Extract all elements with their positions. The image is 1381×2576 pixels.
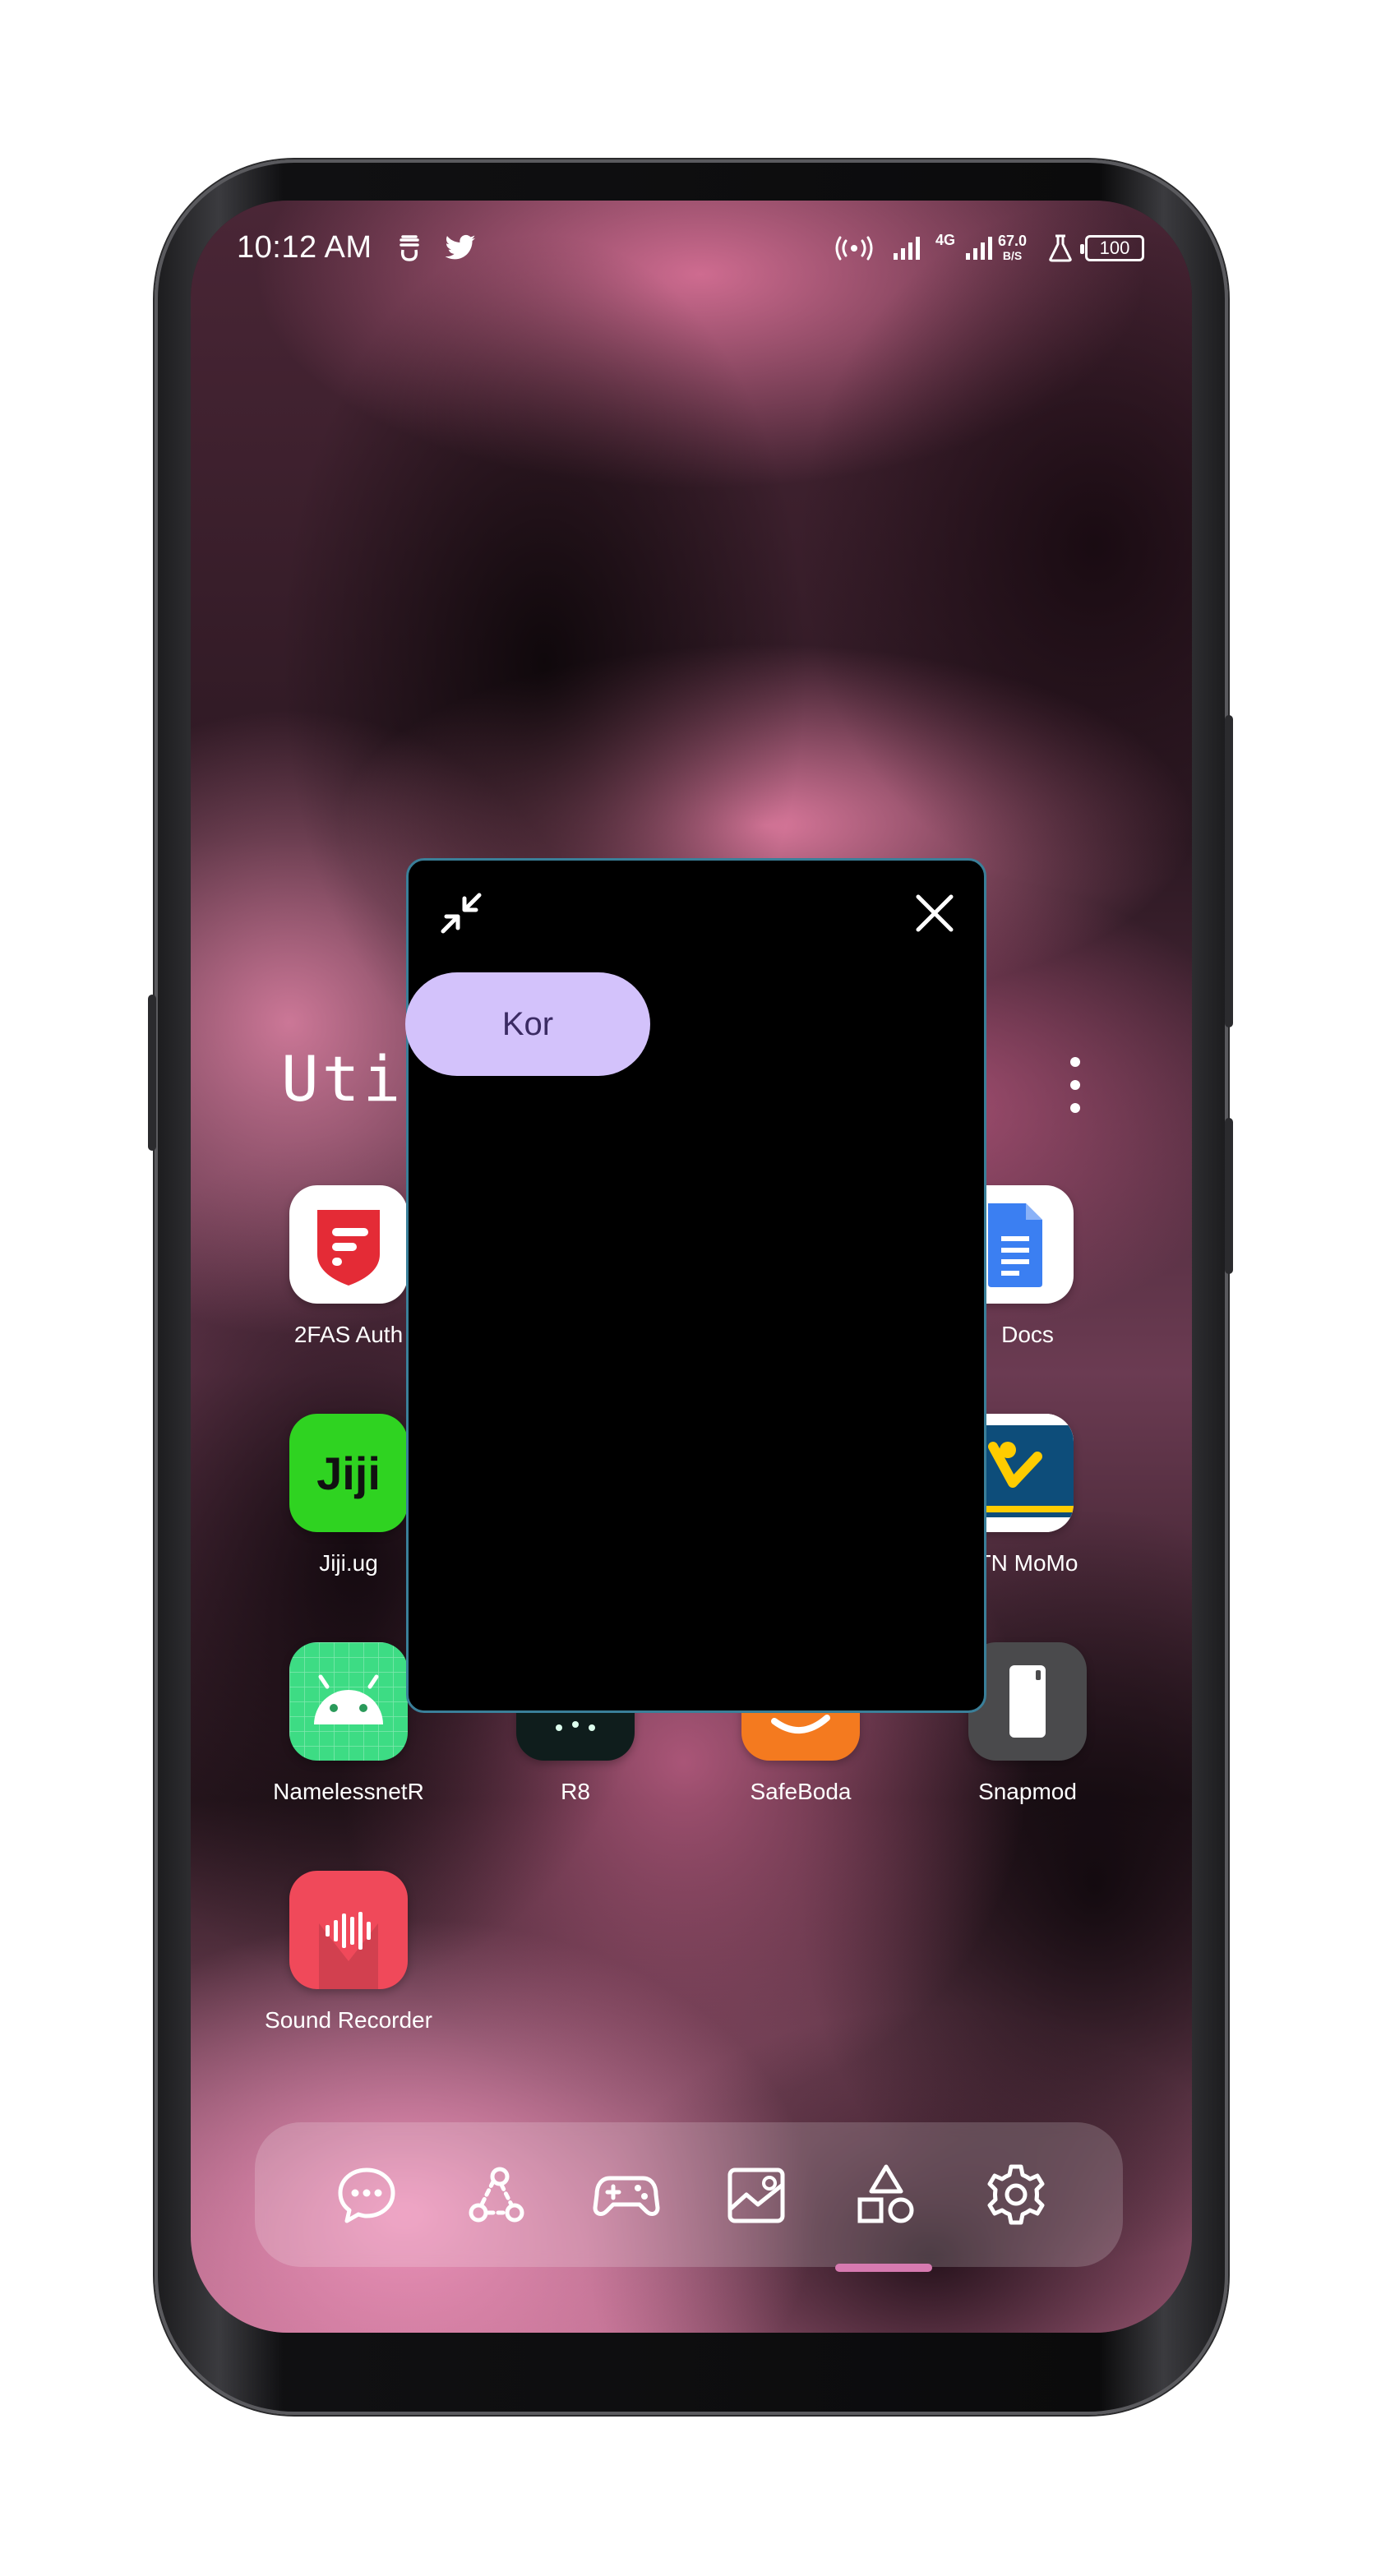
folder-title[interactable]: Uti (281, 1042, 404, 1115)
svg-text:Jiji: Jiji (316, 1447, 381, 1499)
dock (255, 2122, 1123, 2267)
app-label: NamelessnetR (273, 1779, 424, 1804)
sound-recorder-icon (289, 1871, 408, 1989)
volume-button (148, 995, 156, 1151)
power-button-lower (1225, 1118, 1233, 1274)
signal-strength-icon (891, 232, 924, 265)
sync-icon (395, 232, 424, 265)
menu-dot (1070, 1103, 1080, 1113)
shapes-icon[interactable] (847, 2155, 926, 2234)
screenshot-stage: 10:12 AM 4G 67.0 B/S 100 Uti 2FAS Auth D… (0, 0, 1381, 2576)
hotspot-icon (834, 232, 875, 265)
status-time: 10:12 AM (237, 230, 372, 265)
net-speed: 67.0 B/S (998, 233, 1027, 263)
gamepad-icon[interactable] (587, 2155, 666, 2234)
power-button-upper (1225, 715, 1233, 1027)
settings-icon[interactable] (977, 2155, 1055, 2234)
close-button[interactable] (905, 884, 964, 943)
minimize-button[interactable] (432, 884, 491, 943)
chat-icon[interactable] (327, 2155, 406, 2234)
twofas-icon (289, 1185, 408, 1304)
folder-menu-icon[interactable] (1059, 1052, 1092, 1118)
gallery-icon[interactable] (717, 2155, 796, 2234)
flask-icon (1046, 232, 1075, 265)
app-label: Snapmod (978, 1779, 1077, 1804)
close-icon (916, 894, 954, 932)
phone-screen: 10:12 AM 4G 67.0 B/S 100 Uti 2FAS Auth D… (191, 201, 1192, 2333)
kor-chip-button[interactable]: Kor (405, 972, 650, 1076)
collapse-arrows-icon (441, 893, 482, 934)
connections-icon[interactable] (457, 2155, 536, 2234)
twitter-icon (442, 232, 478, 265)
app-label: Sound Recorder (265, 2007, 432, 2033)
android-icon (289, 1642, 408, 1761)
dock-active-indicator (835, 2264, 932, 2272)
status-bar: 10:12 AM 4G 67.0 B/S 100 (191, 201, 1192, 299)
app-label: SafeBoda (750, 1779, 852, 1804)
battery-indicator: 100 (1080, 235, 1144, 261)
jiji-icon: Jiji (289, 1414, 408, 1532)
network-type: 4G (935, 232, 956, 248)
menu-dot (1070, 1080, 1080, 1090)
net-speed-unit: B/S (1002, 249, 1023, 262)
signal-strength-icon-2 (963, 232, 996, 265)
net-speed-value: 67.0 (998, 233, 1028, 249)
menu-dot (1070, 1057, 1080, 1067)
app-label: R8 (561, 1779, 590, 1804)
floating-window[interactable]: Kor (405, 858, 986, 1713)
app-sound-recorder[interactable]: Sound Recorder (265, 1871, 432, 2052)
